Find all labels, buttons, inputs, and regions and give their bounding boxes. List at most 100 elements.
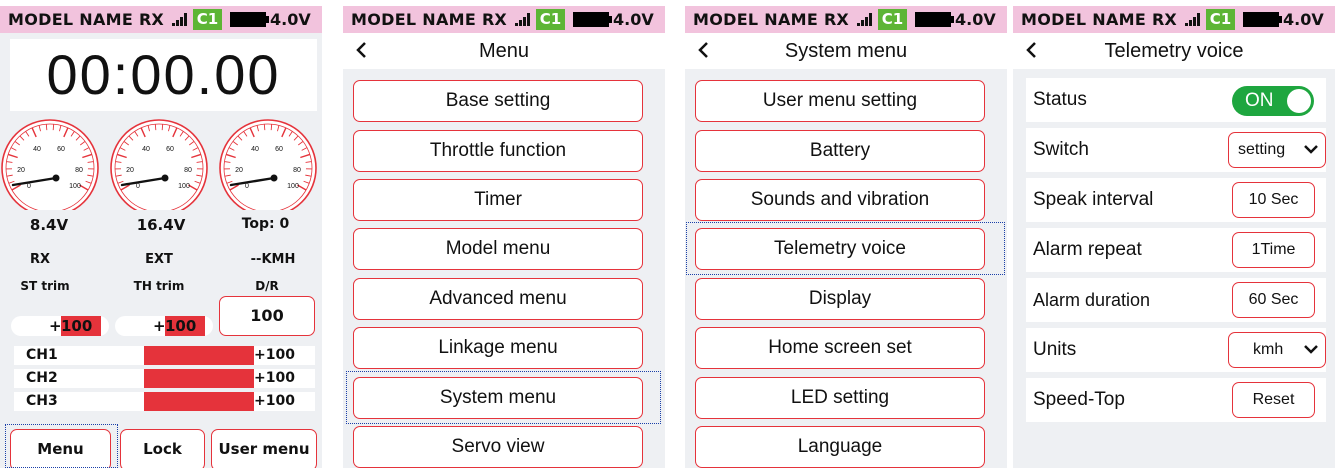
gauge-minor-tick <box>270 124 273 131</box>
model-name: MODEL NAME <box>1021 10 1147 29</box>
battery-voltage: 4.0V <box>955 10 996 29</box>
top-speed-label: Top <box>241 216 270 232</box>
setting-label: Units <box>1033 339 1077 360</box>
menu-item-system-menu[interactable]: System menu <box>353 377 643 419</box>
battery-voltage: 4.0V <box>613 10 654 29</box>
alarm-duration-button[interactable]: 60 Sec <box>1232 282 1315 318</box>
menu-item-sounds-and-vibration[interactable]: Sounds and vibration <box>695 179 985 221</box>
model-name: MODEL NAME <box>8 10 134 29</box>
status-bar: MODEL NAME RX C1 4.0V <box>0 6 322 33</box>
back-chevron-icon[interactable] <box>693 35 717 65</box>
alarm-repeat-button[interactable]: 1Time <box>1232 232 1315 268</box>
switch-dropdown[interactable]: setting <box>1228 132 1326 168</box>
rx-label: RX <box>1152 10 1177 29</box>
status-toggle[interactable]: ON <box>1232 86 1314 116</box>
gauge-tick-label: 100 <box>69 183 81 190</box>
menu-item-home-screen-set[interactable]: Home screen set <box>695 327 985 369</box>
lock-button[interactable]: Lock <box>120 429 205 468</box>
timer-panel[interactable]: 00:00.00 <box>10 39 317 111</box>
rx-voltage-value: 8.4V <box>29 216 69 234</box>
gauge-hub <box>270 174 278 182</box>
status-bar: MODEL NAME RX C1 4.0V <box>1013 6 1335 33</box>
menu-item-telemetry-voice[interactable]: Telemetry voice <box>695 228 985 270</box>
menu-item-advanced-menu[interactable]: Advanced menu <box>353 278 643 320</box>
menu-item-throttle-function[interactable]: Throttle function <box>353 130 643 172</box>
th-trim-label: TH trim <box>133 279 185 293</box>
menu-item-language[interactable]: Language <box>695 426 985 468</box>
gauge-tick-label: 0 <box>136 183 140 190</box>
dropdown-value: setting <box>1238 141 1286 158</box>
gauge-tick-label: 20 <box>126 167 134 174</box>
battery-icon <box>1243 12 1282 27</box>
back-chevron-icon[interactable] <box>1021 35 1045 65</box>
speak-interval-button[interactable]: 10 Sec <box>1232 182 1315 218</box>
rx-label: RX <box>824 10 849 29</box>
model-name: MODEL NAME <box>693 10 819 29</box>
gauge-tick-label: 100 <box>178 183 190 190</box>
menu-item-user-menu-setting[interactable]: User menu setting <box>695 80 985 122</box>
setting-row-switch: Switch setting <box>1026 128 1326 172</box>
status-bar: MODEL NAME RX C1 4.0V <box>685 6 1007 33</box>
dr-label: D/R <box>255 279 279 293</box>
gauge-tick-label: 20 <box>235 167 243 174</box>
gauge-hub <box>52 174 60 182</box>
menu-item-display[interactable]: Display <box>695 278 985 320</box>
setting-label: Switch <box>1033 139 1089 160</box>
receiver-badge: C1 <box>536 9 565 30</box>
gauge-minor-tick <box>45 124 48 131</box>
setting-row-status: Status ON <box>1026 78 1326 122</box>
gauge-tick-label: 80 <box>293 167 301 174</box>
signal-bars-icon <box>857 13 872 26</box>
units-dropdown[interactable]: kmh <box>1228 332 1326 368</box>
menu-button[interactable]: Menu <box>10 429 111 468</box>
ext-voltage-gauge: 20 40 60 80 100 0 <box>110 119 208 210</box>
chevron-down-icon <box>1304 345 1318 354</box>
back-chevron-icon[interactable] <box>351 35 375 65</box>
header: Telemetry voice <box>1013 33 1335 69</box>
channel-value: +100 <box>254 347 295 363</box>
rx-label: RX <box>482 10 507 29</box>
header: System menu <box>685 33 1007 69</box>
menu-item-led-setting[interactable]: LED setting <box>695 377 985 419</box>
rx-label: RX <box>29 252 51 267</box>
header: Menu <box>343 33 665 69</box>
gauge-tick-label: 0 <box>245 183 249 190</box>
menu-item-servo-view[interactable]: Servo view <box>353 426 643 468</box>
page-title: Telemetry voice <box>1104 40 1244 62</box>
top-speed-value: 0 <box>279 216 290 232</box>
th-trim-value: 100 <box>165 316 205 336</box>
th-trim-display[interactable]: + 100 <box>115 316 213 336</box>
gauge-tick-label: 60 <box>275 146 283 153</box>
speed-gauge: 20 40 60 80 100 0 <box>219 119 317 210</box>
setting-label: Alarm duration <box>1033 290 1151 310</box>
channel-row: CH2 +100 <box>14 369 315 388</box>
gauge-tick-label: 80 <box>75 167 83 174</box>
menu-item-battery[interactable]: Battery <box>695 130 985 172</box>
rx-label: RX <box>139 10 164 29</box>
ext-label: EXT <box>145 252 173 267</box>
channel-bar <box>144 369 254 388</box>
page-title: System menu <box>784 40 908 62</box>
menu-item-timer[interactable]: Timer <box>353 179 643 221</box>
dr-value-button[interactable]: 100 <box>219 296 315 336</box>
channel-name: CH1 <box>26 347 58 363</box>
gauge-minor-tick <box>263 124 266 131</box>
menu-item-model-menu[interactable]: Model menu <box>353 228 643 270</box>
setting-row-speed-top: Speed-Top Reset <box>1026 378 1326 422</box>
gauge-tick-label: 0 <box>27 183 31 190</box>
gauge-minor-tick <box>154 124 157 131</box>
receiver-badge: C1 <box>878 9 907 30</box>
menu-screen: MODEL NAME RX C1 4.0V Menu Base setting … <box>343 6 665 468</box>
status-bar: MODEL NAME RX C1 4.0V <box>343 6 665 33</box>
signal-bars-icon <box>515 13 530 26</box>
speed-top-reset-button[interactable]: Reset <box>1232 382 1315 418</box>
channel-name: CH2 <box>26 370 58 386</box>
setting-row-speak-interval: Speak interval 10 Sec <box>1026 178 1326 222</box>
rx-voltage-gauge: 20 40 60 80 100 0 <box>1 119 99 210</box>
battery-icon <box>230 12 269 27</box>
user-menu-button[interactable]: User menu <box>211 429 317 468</box>
timer-display: 00:00.00 <box>46 43 281 106</box>
st-trim-display[interactable]: + 100 <box>11 316 109 336</box>
menu-item-base-setting[interactable]: Base setting <box>353 80 643 122</box>
menu-item-linkage-menu[interactable]: Linkage menu <box>353 327 643 369</box>
